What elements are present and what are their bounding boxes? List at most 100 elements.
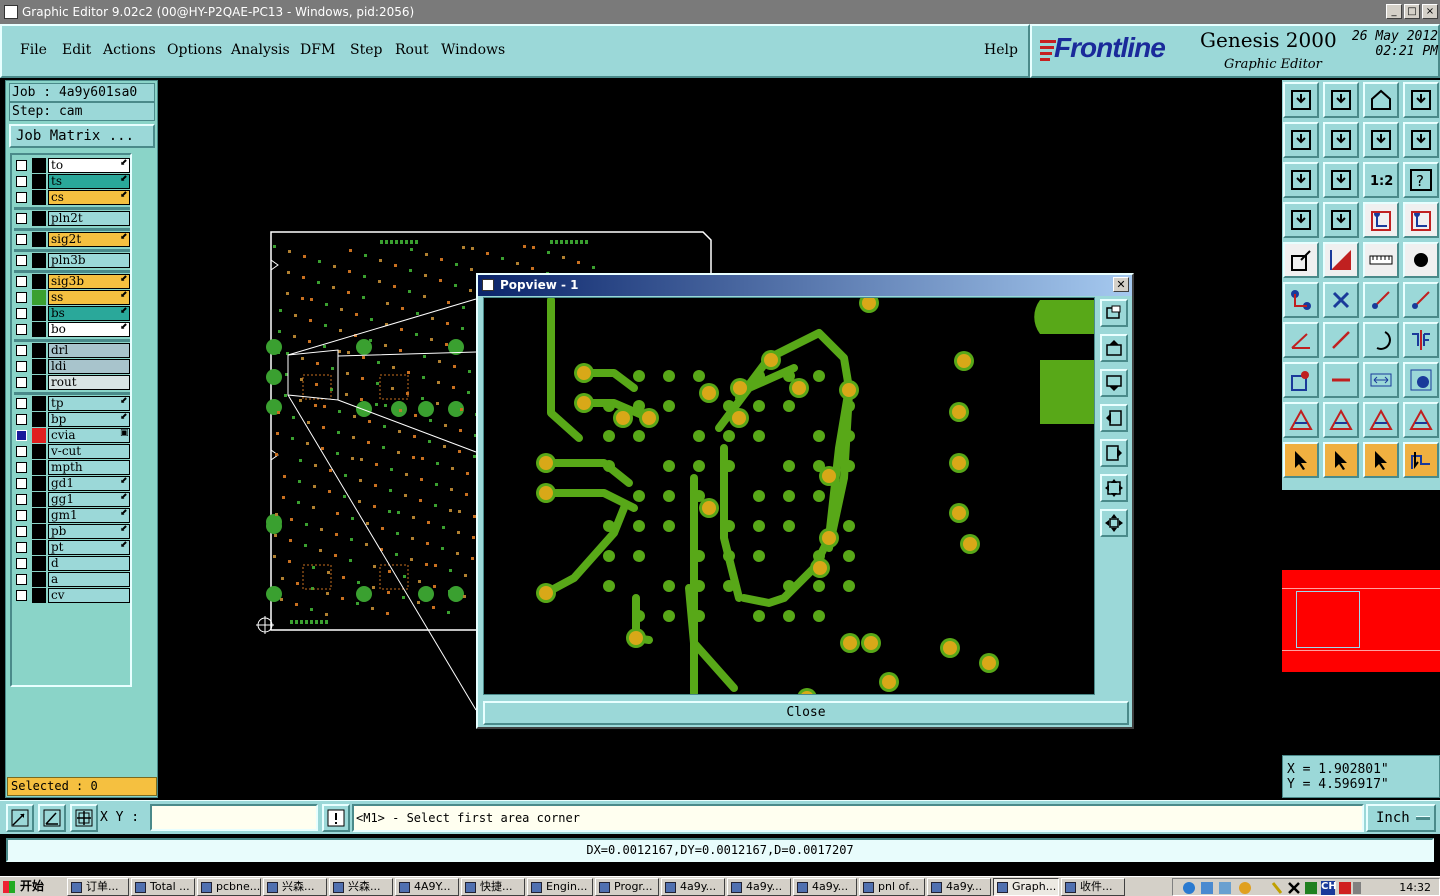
layer-color-swatch[interactable] bbox=[32, 359, 46, 374]
layer-name[interactable]: to bbox=[48, 158, 130, 173]
units-selector[interactable]: Inch bbox=[1366, 804, 1436, 832]
layer-direction-icon[interactable]: ⬋ bbox=[120, 190, 128, 200]
taskbar-item[interactable]: 收件... bbox=[1061, 878, 1125, 896]
layer-color-swatch[interactable] bbox=[32, 508, 46, 523]
overview-viewport-frame[interactable] bbox=[1296, 591, 1360, 648]
layer-row-bo[interactable]: bo ⬋ bbox=[14, 322, 130, 337]
angle-icon[interactable] bbox=[1283, 322, 1319, 358]
zoom-center-icon[interactable] bbox=[1323, 162, 1359, 198]
layer-direction-icon[interactable]: ⬋ bbox=[120, 492, 128, 502]
taskbar-item[interactable]: pnl of... bbox=[859, 878, 925, 896]
layer-checkbox[interactable] bbox=[16, 510, 27, 521]
layer-direction-icon[interactable]: ⬋ bbox=[120, 508, 128, 518]
taskbar-item[interactable]: Graph... bbox=[993, 878, 1059, 896]
layer-direction-icon[interactable]: ⬋ bbox=[120, 306, 128, 316]
popview-close-icon[interactable]: ✕ bbox=[1113, 277, 1129, 292]
taskbar-item[interactable]: 订单... bbox=[67, 878, 129, 896]
import-up-icon[interactable] bbox=[1283, 82, 1319, 118]
layer-name[interactable]: pln2t bbox=[48, 211, 130, 226]
layer-direction-icon[interactable]: ⬋ bbox=[120, 174, 128, 184]
layer-row-a[interactable]: a bbox=[14, 572, 130, 587]
layer-color-swatch[interactable] bbox=[32, 322, 46, 337]
layer-checkbox[interactable] bbox=[16, 377, 27, 388]
layer-color-swatch[interactable] bbox=[32, 460, 46, 475]
layer-direction-icon[interactable]: ⬋ bbox=[120, 396, 128, 406]
layer-color-swatch[interactable] bbox=[32, 211, 46, 226]
layer-checkbox[interactable] bbox=[16, 590, 27, 601]
layer-row-pt[interactable]: pt ⬋ bbox=[14, 540, 130, 555]
layer-row-ldi[interactable]: ldi bbox=[14, 359, 130, 374]
layer-name[interactable]: ldi bbox=[48, 359, 130, 374]
net-select-icon[interactable] bbox=[1363, 202, 1399, 238]
layer-color-swatch[interactable] bbox=[32, 556, 46, 571]
layer-checkbox[interactable] bbox=[16, 361, 27, 372]
layer-name[interactable]: mpth bbox=[48, 460, 130, 475]
layer-checkbox[interactable] bbox=[16, 160, 27, 171]
pan-left-tool-icon[interactable] bbox=[1283, 122, 1319, 158]
layer-name[interactable]: cvia bbox=[48, 428, 130, 443]
taskbar-item[interactable]: Progr... bbox=[595, 878, 659, 896]
menu-options[interactable]: Options bbox=[167, 42, 222, 58]
layer-direction-icon[interactable]: ⬋ bbox=[120, 412, 128, 422]
layer-row-gm1[interactable]: gm1 ⬋ bbox=[14, 508, 130, 523]
layer-row-ss[interactable]: ss ⬋ bbox=[14, 290, 130, 305]
taskbar-item[interactable]: pcbne... bbox=[197, 878, 261, 896]
taskbar-item[interactable]: Engin... bbox=[527, 878, 593, 896]
pan-right-icon[interactable] bbox=[1100, 439, 1128, 467]
layer-checkbox[interactable] bbox=[16, 398, 27, 409]
layer-checkbox[interactable] bbox=[16, 430, 27, 441]
taskbar-item[interactable]: 兴森... bbox=[263, 878, 327, 896]
layer-checkbox[interactable] bbox=[16, 192, 27, 203]
minus-icon[interactable] bbox=[1323, 362, 1359, 398]
layer-name[interactable]: sig3b bbox=[48, 274, 130, 289]
help-icon[interactable]: ? bbox=[1403, 162, 1439, 198]
layer-name[interactable]: a bbox=[48, 572, 130, 587]
split-view-icon[interactable] bbox=[1403, 82, 1439, 118]
triangle-sel-alt-icon[interactable] bbox=[1403, 402, 1439, 438]
alert-icon[interactable] bbox=[322, 804, 350, 832]
menu-help[interactable]: Help bbox=[984, 42, 1018, 58]
layer-row-pb[interactable]: pb ⬋ bbox=[14, 524, 130, 539]
layer-checkbox[interactable] bbox=[16, 574, 27, 585]
layer-color-swatch[interactable] bbox=[32, 412, 46, 427]
layer-color-swatch[interactable] bbox=[32, 476, 46, 491]
triangle-sel-icon[interactable] bbox=[1363, 402, 1399, 438]
grid-mode-icon[interactable] bbox=[70, 804, 98, 832]
resize-icon[interactable] bbox=[1363, 362, 1399, 398]
layer-row-v-cut[interactable]: v-cut bbox=[14, 444, 130, 459]
snap-mode-icon[interactable] bbox=[6, 804, 34, 832]
home-icon[interactable] bbox=[1363, 82, 1399, 118]
layer-row-tp[interactable]: tp ⬋ bbox=[14, 396, 130, 411]
layer-name[interactable]: gg1 bbox=[48, 492, 130, 507]
layer-checkbox[interactable] bbox=[16, 526, 27, 537]
xy-input[interactable] bbox=[150, 804, 318, 831]
layer-row-cs[interactable]: cs ⬋ bbox=[14, 190, 130, 205]
layer-name[interactable]: rout bbox=[48, 375, 130, 390]
layer-name[interactable]: pb bbox=[48, 524, 130, 539]
layer-checkbox[interactable] bbox=[16, 478, 27, 489]
pan-down-icon[interactable] bbox=[1100, 369, 1128, 397]
layer-checkbox[interactable] bbox=[16, 414, 27, 425]
arc-icon[interactable] bbox=[1363, 322, 1399, 358]
layer-name[interactable]: tp bbox=[48, 396, 130, 411]
layer-color-swatch[interactable] bbox=[32, 232, 46, 247]
layer-name[interactable]: gd1 bbox=[48, 476, 130, 491]
layer-checkbox[interactable] bbox=[16, 176, 27, 187]
layer-color-swatch[interactable] bbox=[32, 190, 46, 205]
layer-color-swatch[interactable] bbox=[32, 343, 46, 358]
layer-row-cv[interactable]: cv bbox=[14, 588, 130, 603]
taskbar-item[interactable]: 4a9y... bbox=[727, 878, 791, 896]
layer-checkbox[interactable] bbox=[16, 542, 27, 553]
layer-name[interactable]: bo bbox=[48, 322, 130, 337]
minimize-button[interactable]: _ bbox=[1386, 4, 1402, 19]
layer-color-swatch[interactable] bbox=[32, 572, 46, 587]
layer-checkbox[interactable] bbox=[16, 324, 27, 335]
layer-color-swatch[interactable] bbox=[32, 444, 46, 459]
layer-name[interactable]: drl bbox=[48, 343, 130, 358]
layer-color-swatch[interactable] bbox=[32, 492, 46, 507]
layer-row-pln2t[interactable]: pln2t bbox=[14, 211, 130, 226]
layer-name[interactable]: pln3b bbox=[48, 253, 130, 268]
taskbar-item[interactable]: 4a9y... bbox=[661, 878, 725, 896]
layer-color-swatch[interactable] bbox=[32, 588, 46, 603]
layer-row-bp[interactable]: bp ⬋ bbox=[14, 412, 130, 427]
